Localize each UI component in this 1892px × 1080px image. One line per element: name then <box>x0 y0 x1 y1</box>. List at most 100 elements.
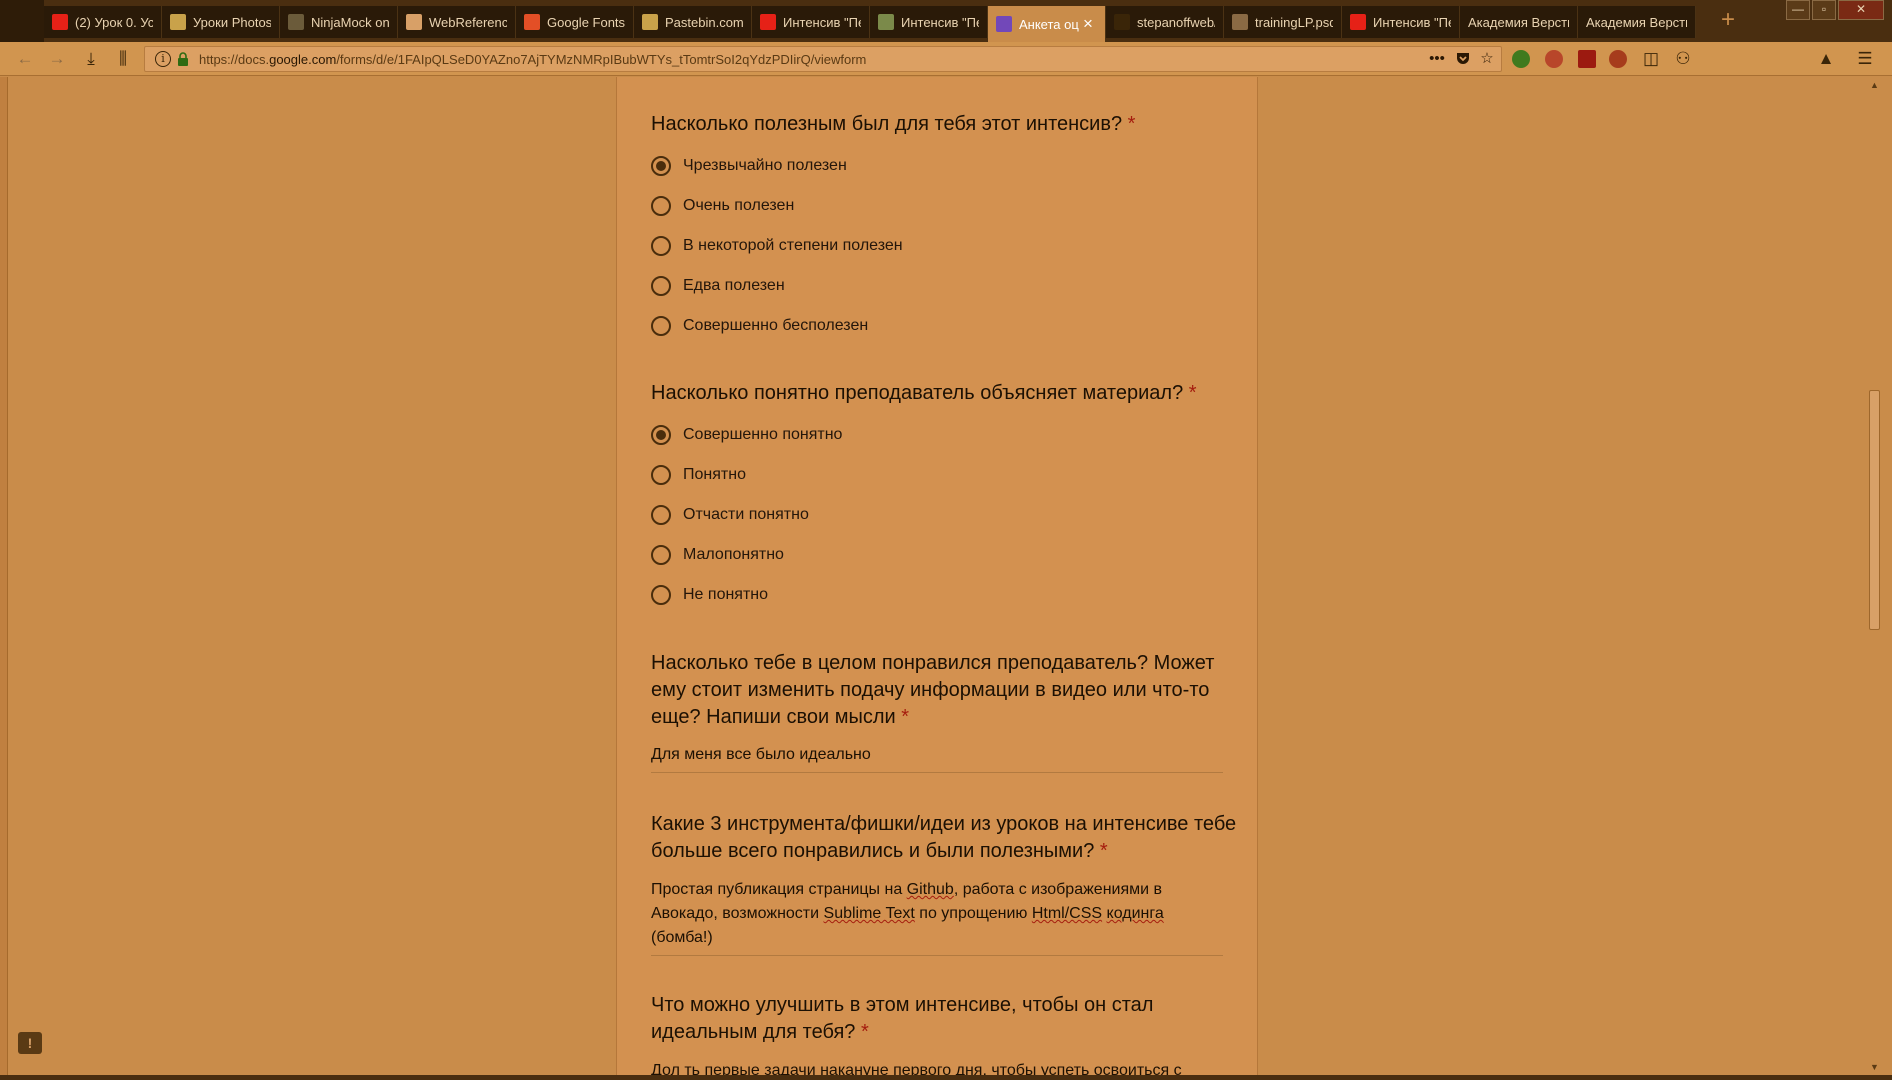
site-info-icon[interactable]: i <box>155 51 171 67</box>
browser-tab[interactable]: Анкета оц × <box>988 6 1106 42</box>
radio-unchecked-icon[interactable] <box>651 505 671 525</box>
library-button[interactable]: ⫼ <box>110 47 136 71</box>
bookmark-star-icon[interactable]: ☆ <box>1477 50 1497 70</box>
extension-icon[interactable]: ⚇ <box>1670 47 1696 71</box>
extension-badge-icon[interactable] <box>1578 50 1596 68</box>
radio-label: Малопонятно <box>683 546 784 563</box>
window-bottom-border <box>0 1075 1892 1080</box>
extension-sync-icon[interactable] <box>1609 50 1627 68</box>
radio-label: Понятно <box>683 466 746 483</box>
radio-option[interactable]: Отчасти понятно <box>651 504 809 526</box>
scrollbar-thumb[interactable] <box>1869 390 1880 630</box>
radio-label: Чрезвычайно полезен <box>683 157 847 174</box>
navigation-bar: ← → ⤓ ⫼ i https://docs.google.com/forms/… <box>0 42 1892 76</box>
required-mark: * <box>861 1021 869 1043</box>
radio-unchecked-icon[interactable] <box>651 276 671 296</box>
radio-option[interactable]: Едва полезен <box>651 275 785 297</box>
question-text: Какие 3 инструмента/фишки/идеи из уроков… <box>651 813 1237 862</box>
radio-option[interactable]: Чрезвычайно полезен <box>651 155 847 177</box>
back-button[interactable]: ← <box>12 47 38 71</box>
feedback-icon[interactable]: ! <box>18 1032 42 1054</box>
answer-text: Простая публикация страницы на <box>651 881 907 898</box>
library-icon: ⫼ <box>119 49 127 68</box>
scroll-down-icon[interactable]: ▼ <box>1869 1062 1880 1072</box>
browser-tab[interactable]: Уроки Photosh <box>162 6 280 38</box>
tab-title: stepanoffweb/ <box>1137 14 1215 30</box>
pocket-icon[interactable] <box>1453 50 1473 70</box>
google-fonts-icon <box>524 14 540 30</box>
radio-label: Отчасти понятно <box>683 506 809 523</box>
window-close-button[interactable]: ✕ <box>1838 0 1884 20</box>
tab-title: Академия Верстки <box>1468 14 1569 30</box>
radio-checked-icon[interactable] <box>651 425 671 445</box>
tab-title: Уроки Photosh <box>193 14 271 30</box>
tab-title: Анкета оц <box>1019 16 1079 32</box>
spellcheck-word: Html/CSS <box>1031 905 1103 922</box>
tab-close-icon[interactable]: × <box>1083 14 1097 34</box>
tools-answer-field[interactable]: Простая публикация страницы на Github, р… <box>651 878 1223 956</box>
browser-tab[interactable]: Интенсив "Пе <box>752 6 870 38</box>
question-tools-title: Какие 3 инструмента/фишки/идеи из уроков… <box>651 811 1241 865</box>
sidebar-toggle-button[interactable]: ◫ <box>1638 47 1664 71</box>
tab-title: trainingLP.psd <box>1255 14 1333 30</box>
browser-tab[interactable]: Pastebin.com <box>634 6 752 38</box>
question-improve-title: Что можно улучшить в этом интенсиве, что… <box>651 992 1241 1046</box>
radio-checked-icon[interactable] <box>651 156 671 176</box>
drive-button[interactable]: ▲ <box>1813 47 1839 71</box>
radio-option[interactable]: В некоторой степени полезен <box>651 235 903 257</box>
url-text: https://docs.google.com/forms/d/e/1FAIpQ… <box>199 52 866 67</box>
radio-unchecked-icon[interactable] <box>651 545 671 565</box>
address-bar[interactable]: i https://docs.google.com/forms/d/e/1FAI… <box>144 46 1502 72</box>
new-tab-button[interactable]: + <box>1716 8 1740 34</box>
radio-option[interactable]: Совершенно бесполезен <box>651 315 868 337</box>
radio-label: В некоторой степени полезен <box>683 237 903 254</box>
forward-button[interactable]: → <box>44 47 70 71</box>
browser-tab[interactable]: WebReference <box>398 6 516 38</box>
browser-tab[interactable]: Google Fonts <box>516 6 634 38</box>
browser-tab[interactable]: Интенсив "Пе <box>1342 6 1460 38</box>
page-actions-icon[interactable]: ••• <box>1427 50 1447 70</box>
webreference-icon <box>406 14 422 30</box>
radio-option[interactable]: Не понятно <box>651 584 768 606</box>
page-left-edge <box>0 77 8 1075</box>
minimize-button[interactable]: — <box>1786 0 1810 20</box>
radio-unchecked-icon[interactable] <box>651 585 671 605</box>
extension-red-icon[interactable] <box>1545 50 1563 68</box>
pastebin-icon <box>642 14 658 30</box>
required-mark: * <box>1099 840 1108 862</box>
radio-unchecked-icon[interactable] <box>651 196 671 216</box>
tab-title: Google Fonts <box>547 14 625 30</box>
photoshop-lessons-icon <box>170 14 186 30</box>
scroll-up-icon[interactable]: ▲ <box>1869 80 1880 90</box>
radio-option[interactable]: Совершенно понятно <box>651 424 842 446</box>
google-drive-icon: ▲ <box>1817 49 1835 68</box>
radio-option[interactable]: Очень полезен <box>651 195 794 217</box>
downloads-button[interactable]: ⤓ <box>78 47 104 71</box>
extension-green-icon[interactable] <box>1512 50 1530 68</box>
question-text: Насколько полезным был для тебя этот инт… <box>651 113 1123 135</box>
question-teacher-title: Насколько тебе в целом понравился препод… <box>651 650 1241 731</box>
question-text: Насколько тебе в целом понравился препод… <box>651 652 1215 728</box>
teacher-answer-field[interactable]: Для меня все было идеально <box>651 743 1223 773</box>
browser-tab[interactable]: trainingLP.psd <box>1224 6 1342 38</box>
youtube-icon <box>1350 14 1366 30</box>
browser-tab[interactable]: Академия Верстки <box>1460 6 1578 38</box>
browser-tab[interactable]: (2) Урок 0. Ус <box>44 6 162 38</box>
browser-tab[interactable]: Интенсив "Пе <box>870 6 988 38</box>
required-mark: * <box>1127 113 1136 135</box>
radio-option[interactable]: Малопонятно <box>651 544 784 566</box>
radio-unchecked-icon[interactable] <box>651 236 671 256</box>
browser-tab[interactable]: Академия Верстки <box>1578 6 1696 38</box>
url-domain: google.com <box>269 52 337 67</box>
required-mark: * <box>1188 382 1197 404</box>
tab-title: Интенсив "Пе <box>1373 14 1451 30</box>
radio-option[interactable]: Понятно <box>651 464 746 486</box>
maximize-button[interactable]: ▫ <box>1812 0 1836 20</box>
spellcheck-word: Sublime Text <box>823 905 915 922</box>
menu-button[interactable]: ☰ <box>1852 47 1878 71</box>
browser-tab[interactable]: NinjaMock onl <box>280 6 398 38</box>
radio-unchecked-icon[interactable] <box>651 465 671 485</box>
lock-icon <box>178 52 188 66</box>
browser-tab[interactable]: stepanoffweb/ <box>1106 6 1224 38</box>
radio-unchecked-icon[interactable] <box>651 316 671 336</box>
